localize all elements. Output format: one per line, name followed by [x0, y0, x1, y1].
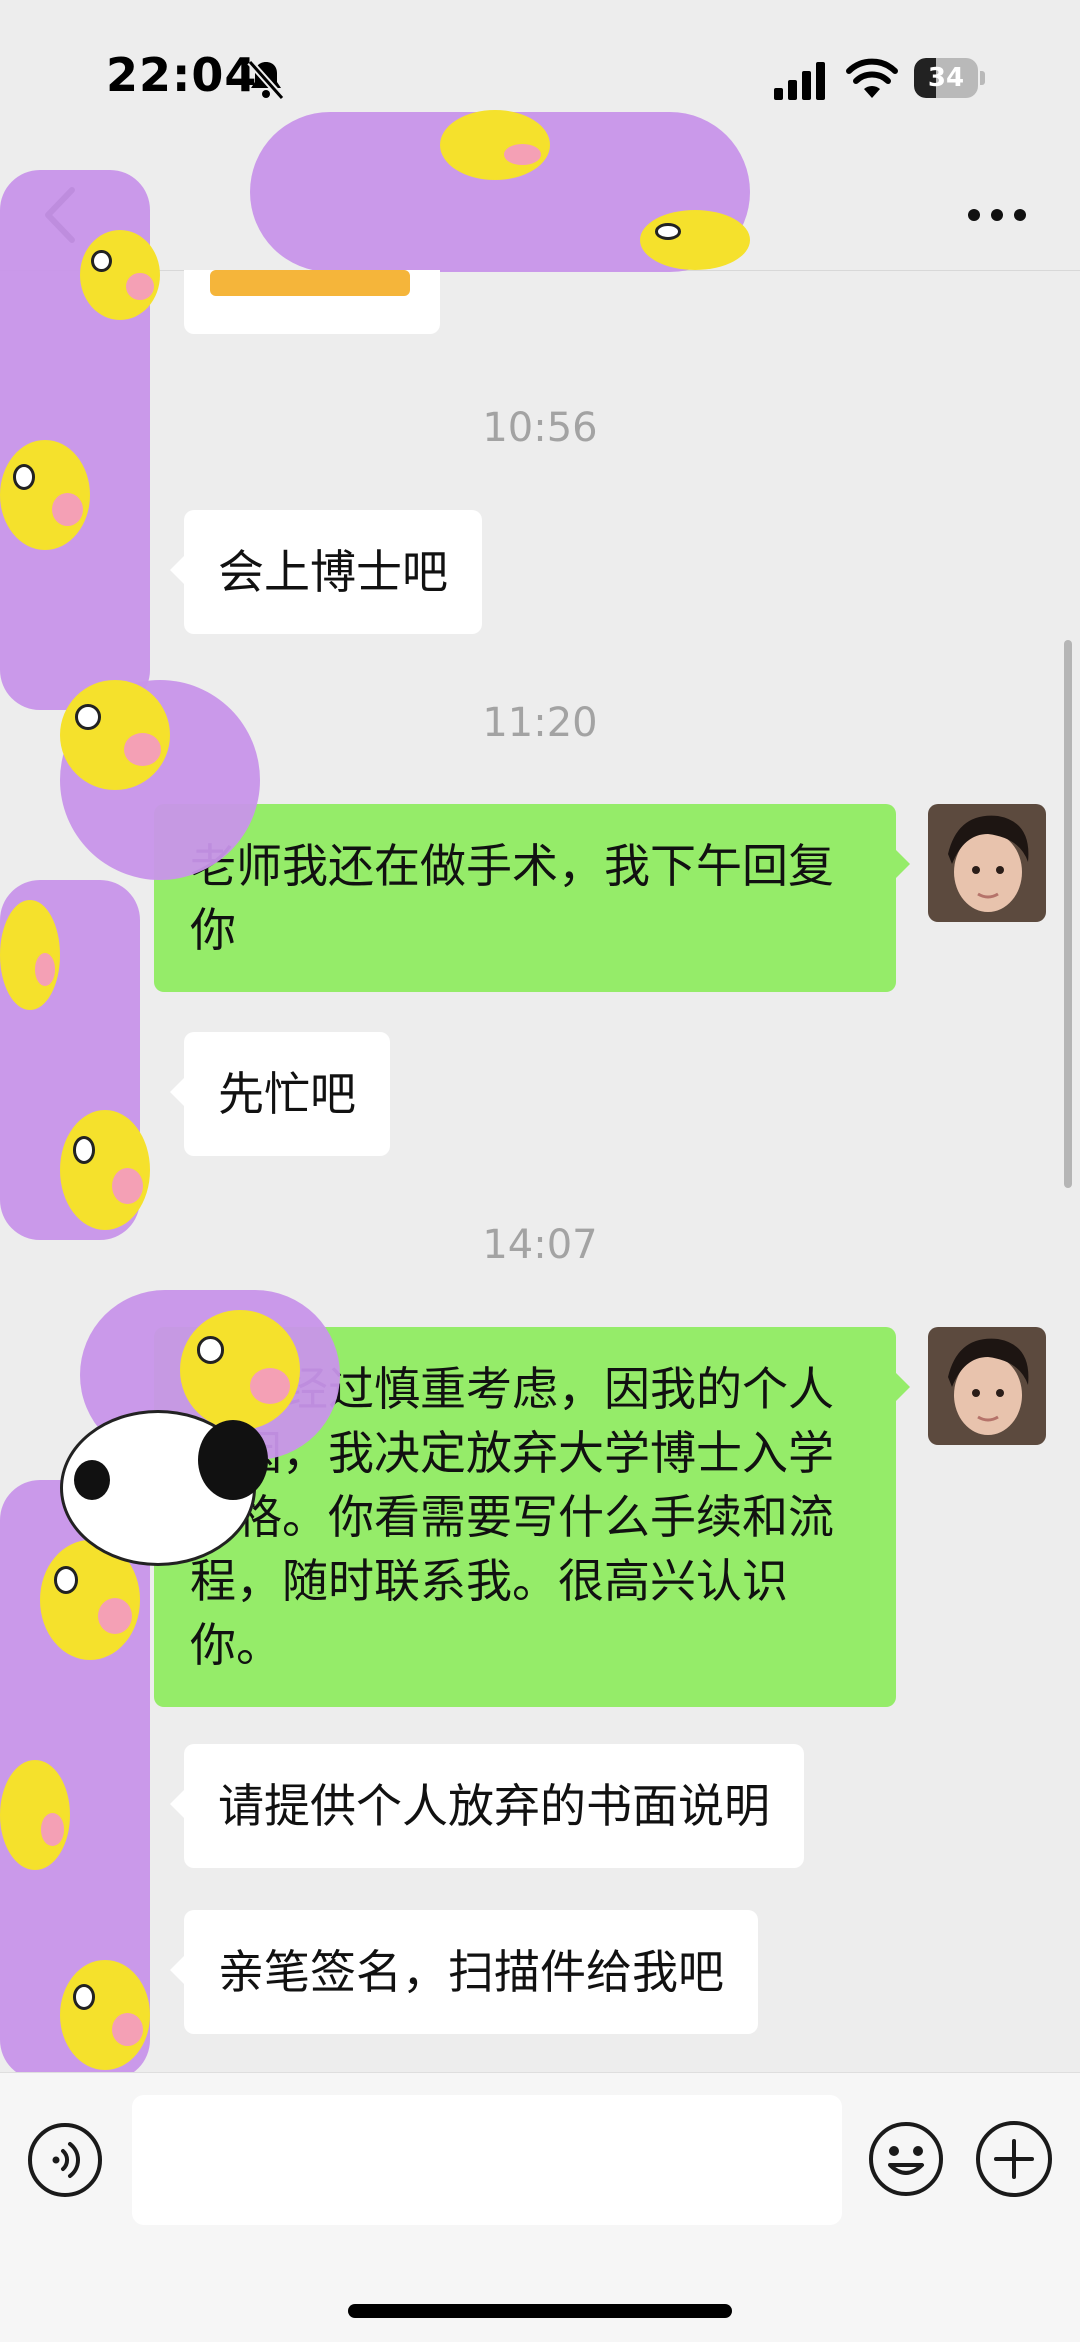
- emoji-icon[interactable]: [866, 2119, 946, 2199]
- incoming-message-bubble[interactable]: 亲笔签名，扫描件给我吧: [170, 1910, 758, 2034]
- incoming-message-bubble[interactable]: 会上博士吧: [170, 510, 482, 634]
- avatar[interactable]: [928, 1327, 1046, 1445]
- message-input[interactable]: [132, 2095, 842, 2225]
- avatar[interactable]: [928, 804, 1046, 922]
- more-options-icon[interactable]: [962, 190, 1032, 240]
- message-timestamp: 10:56: [482, 405, 598, 451]
- chat-scrollbar[interactable]: [1064, 640, 1072, 1188]
- status-time: 22:04: [106, 48, 258, 102]
- battery-level: 34: [927, 63, 965, 93]
- wifi-icon: [846, 58, 898, 98]
- input-bar: [0, 2072, 1080, 2342]
- plus-icon[interactable]: [976, 2121, 1052, 2197]
- chat-header: [0, 112, 1080, 272]
- incoming-message-bubble[interactable]: 请提供个人放弃的书面说明: [170, 1744, 804, 1868]
- avatar-portrait-icon: [928, 804, 1046, 922]
- message-timestamp: 14:07: [482, 1222, 598, 1268]
- battery-icon: 34: [914, 58, 986, 98]
- avatar-portrait-icon: [928, 1327, 1046, 1445]
- outgoing-message-bubble[interactable]: 老师我还在做手术，我下午回复你: [154, 804, 910, 992]
- cellular-signal-icon: [774, 62, 825, 100]
- mute-bell-icon: [247, 59, 285, 101]
- voice-icon[interactable]: [28, 2123, 102, 2197]
- incoming-message-bubble[interactable]: 先忙吧: [170, 1032, 390, 1156]
- home-indicator[interactable]: [348, 2304, 732, 2318]
